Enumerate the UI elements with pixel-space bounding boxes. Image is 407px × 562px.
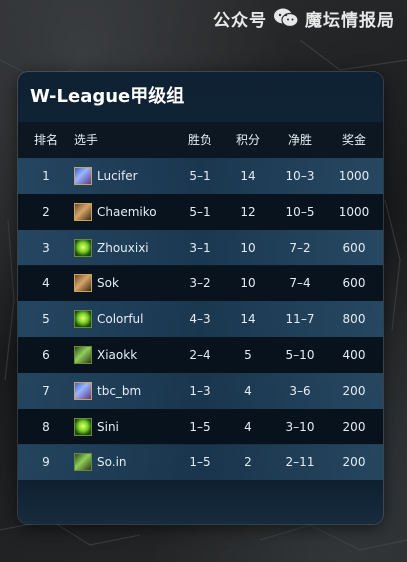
wl-cell: 5–1 [189, 204, 211, 219]
rank-cell: 9 [42, 455, 50, 470]
table-row: 8 Sini 1–5 4 3–10 200 [18, 408, 383, 445]
points-cell: 5 [244, 348, 252, 362]
race-avatar-icon [74, 238, 92, 257]
player-cell: Xiaokk [74, 337, 184, 373]
player-cell: Lucifer [74, 158, 184, 194]
table-row: 2 Chaemiko 5–1 12 10–5 1000 [18, 193, 383, 230]
watermark-label: 公众号 [213, 10, 267, 31]
net-cell: 3–6 [289, 383, 311, 398]
net-cell: 3–10 [285, 419, 315, 434]
points-cell: 10 [240, 276, 256, 291]
wl-cell: 3–2 [189, 276, 211, 291]
watermark-name: 魔坛情报局 [305, 10, 395, 31]
table-row: 4 Sok 3–2 10 7–4 600 [18, 265, 383, 302]
race-avatar-icon [74, 202, 92, 221]
rank-cell: 6 [42, 348, 50, 362]
table-row: 1 Lucifer 5–1 14 10–3 1000 [18, 158, 383, 194]
points-cell: 10 [240, 240, 256, 255]
player-cell: Chaemiko [74, 194, 184, 230]
points-cell: 12 [240, 204, 256, 219]
prize-cell: 600 [342, 276, 366, 291]
player-name: Sok [97, 276, 119, 291]
wechat-icon [274, 8, 299, 28]
header-rank: 排名 [33, 133, 58, 147]
race-avatar-icon [74, 346, 92, 364]
points-cell: 2 [244, 455, 252, 470]
net-cell: 10–5 [285, 204, 315, 219]
points-cell: 4 [244, 383, 252, 398]
net-cell: 7–4 [289, 276, 311, 291]
prize-cell: 600 [342, 240, 366, 255]
prize-cell: 200 [342, 383, 366, 398]
race-avatar-icon [74, 453, 92, 472]
header-prize: 奖金 [341, 133, 366, 147]
net-cell: 10–3 [285, 169, 315, 183]
race-avatar-icon [74, 417, 92, 436]
net-cell: 5–10 [285, 348, 315, 362]
rank-cell: 1 [42, 169, 50, 183]
points-cell: 14 [240, 169, 256, 183]
player-name: Xiaokk [97, 348, 138, 362]
table-footer-band [18, 480, 383, 524]
table-row: 7 tbc_bm 1–3 4 3–6 200 [18, 372, 383, 409]
race-avatar-icon [74, 310, 92, 329]
header-player: 选手 [74, 133, 99, 147]
wl-cell: 1–5 [189, 419, 211, 434]
rank-cell: 3 [42, 240, 50, 255]
prize-cell: 200 [342, 455, 366, 470]
header-points: 积分 [235, 133, 260, 147]
table-row: 9 So.in 1–5 2 2–11 200 [18, 444, 383, 481]
player-cell: So.in [74, 444, 184, 480]
prize-cell: 1000 [338, 169, 370, 183]
wl-cell: 3–1 [189, 240, 211, 255]
player-name: Colorful [97, 312, 144, 327]
points-cell: 14 [240, 312, 256, 327]
net-cell: 7–2 [289, 240, 311, 255]
table-row: 6 Xiaokk 2–4 5 5–10 400 [18, 337, 383, 373]
header-net: 净胜 [287, 133, 312, 147]
table-title: W-League甲级组 [30, 86, 185, 107]
race-avatar-icon [74, 274, 92, 293]
rank-cell: 2 [42, 204, 50, 219]
net-cell: 2–11 [285, 455, 315, 470]
player-name: tbc_bm [97, 383, 142, 398]
table-header: 排名 选手 胜负 积分 净胜 奖金 [18, 122, 383, 158]
table-row: 3 Zhouxixi 3–1 10 7–2 600 [18, 229, 383, 266]
points-cell: 4 [244, 419, 252, 434]
table-row: 5 Colorful 4–3 14 11–7 800 [18, 301, 383, 338]
wl-cell: 1–3 [189, 383, 211, 398]
player-name: Zhouxixi [97, 240, 149, 255]
wl-cell: 1–5 [189, 455, 211, 470]
race-avatar-icon [74, 167, 92, 185]
prize-cell: 1000 [338, 204, 370, 219]
player-cell: Colorful [74, 301, 184, 337]
player-cell: Sok [74, 265, 184, 301]
player-name: Lucifer [97, 169, 138, 183]
rank-cell: 4 [42, 276, 50, 291]
rank-cell: 8 [42, 419, 50, 434]
player-cell: tbc_bm [74, 373, 184, 409]
rank-cell: 7 [42, 383, 50, 398]
rank-cell: 5 [42, 312, 50, 327]
net-cell: 11–7 [285, 312, 315, 327]
watermark: 公众号 魔坛情报局 [213, 6, 395, 31]
wl-cell: 4–3 [189, 312, 211, 327]
standings-card: W-League甲级组 排名 选手 胜负 积分 净胜 奖金 1 Lucifer 5–… [18, 72, 383, 524]
prize-cell: 200 [342, 419, 366, 434]
prize-cell: 800 [342, 312, 366, 327]
player-name: Chaemiko [97, 204, 157, 219]
header-wl: 胜负 [187, 133, 212, 147]
player-name: So.in [97, 455, 127, 470]
race-avatar-icon [74, 381, 92, 400]
wl-cell: 5–1 [189, 169, 211, 183]
wl-cell: 2–4 [189, 348, 211, 362]
player-cell: Zhouxixi [74, 230, 184, 266]
player-name: Sini [97, 419, 119, 434]
prize-cell: 400 [342, 348, 366, 362]
player-cell: Sini [74, 409, 184, 445]
